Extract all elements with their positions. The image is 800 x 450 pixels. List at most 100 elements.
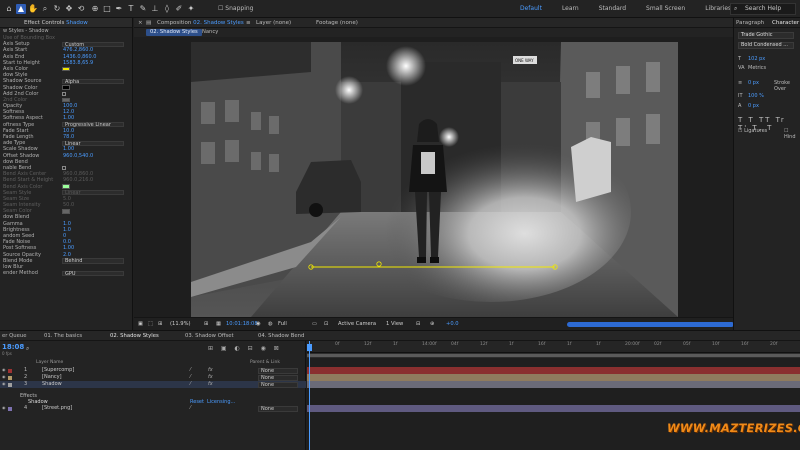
view-layout-dropdown[interactable]: 1 View xyxy=(386,320,403,328)
transparency-grid-icon[interactable]: ▦ xyxy=(216,320,221,328)
effect-property-dropdown[interactable]: Custom xyxy=(62,41,124,47)
zoom-tool-icon[interactable]: ⌕ xyxy=(40,4,50,14)
quality-switch-icon[interactable]: ⁄ xyxy=(190,374,191,381)
eraser-tool-icon[interactable]: ◊ xyxy=(162,4,172,14)
pen-tool-icon[interactable]: ✒ xyxy=(114,4,124,14)
effect-checkbox[interactable] xyxy=(62,91,66,96)
quality-switch-icon[interactable]: ⁄ xyxy=(190,405,191,412)
puppet-tool-icon[interactable]: ✦ xyxy=(186,4,196,14)
composition-tab[interactable]: Composition 02. Shadow Styles xyxy=(157,18,244,28)
workspace-learn[interactable]: Learn xyxy=(552,4,589,14)
orbit-tool-icon[interactable]: ↻ xyxy=(52,4,62,14)
effect-property-dropdown[interactable]: Linear xyxy=(62,190,124,196)
move-tool-icon[interactable]: ✥ xyxy=(64,4,74,14)
exposure-value[interactable]: +0.0 xyxy=(446,320,459,328)
roto-brush-tool-icon[interactable]: ✐ xyxy=(174,4,184,14)
parent-dropdown[interactable]: None xyxy=(258,367,298,374)
effect-controls-layer-link[interactable]: Shadow xyxy=(66,20,88,26)
effect-property-row[interactable]: ender Method GPU xyxy=(0,270,132,276)
layer-row[interactable]: ◉ 4 [Street.png] ⁄ None xyxy=(0,405,306,412)
font-size-value[interactable]: 102 px xyxy=(748,56,765,62)
effect-checkbox[interactable] xyxy=(62,165,66,170)
shadow-effect-row[interactable]: Shadow Reset Licensing... xyxy=(0,399,306,406)
layer-label-color[interactable] xyxy=(8,382,12,387)
layer-name[interactable]: [Nancy] xyxy=(42,374,62,381)
vertical-scale-value[interactable]: 100 % xyxy=(748,93,764,99)
search-help-input[interactable]: ⌕ Search Help xyxy=(730,3,796,15)
magnification-dropdown[interactable]: (11.9%) xyxy=(170,320,191,328)
stroke-over-dropdown[interactable]: Stroke Over xyxy=(774,80,800,92)
visibility-eye-icon[interactable]: ◉ xyxy=(2,382,6,386)
search-layers-icon[interactable]: ⌕ xyxy=(26,345,29,353)
comp-nav-shadow-styles[interactable]: 02. Shadow Styles xyxy=(146,29,202,36)
workspace-default[interactable]: Default xyxy=(510,4,552,14)
viewer-options-icon[interactable]: ⊟ xyxy=(416,320,420,328)
stamp-tool-icon[interactable]: ⊥ xyxy=(150,4,160,14)
visibility-eye-icon[interactable]: ◉ xyxy=(2,375,6,379)
effects-switch-icon[interactable]: fx xyxy=(208,381,213,388)
composition-frame[interactable]: ONE WAY xyxy=(191,42,678,317)
camera-dropdown[interactable]: Active Camera xyxy=(338,320,376,328)
layer-label-color[interactable] xyxy=(8,375,12,380)
layer-duration-bar[interactable] xyxy=(307,367,800,374)
effects-switch-icon[interactable]: fx xyxy=(208,367,213,374)
effect-controls-tab[interactable]: Effect Controls Shadow xyxy=(0,18,132,28)
color-swatch[interactable] xyxy=(62,85,70,90)
layer-row[interactable]: ◉ 1 [Supercomp] ⁄ fx None xyxy=(0,367,306,374)
hindi-digits-checkbox[interactable]: ☐ Hind xyxy=(784,128,800,140)
hand-tool-icon[interactable]: ✋ xyxy=(28,4,38,14)
color-swatch[interactable] xyxy=(62,209,70,214)
parent-dropdown[interactable]: None xyxy=(258,381,298,388)
parent-dropdown[interactable]: None xyxy=(258,374,298,381)
color-swatch[interactable] xyxy=(62,97,70,103)
workspace-standard[interactable]: Standard xyxy=(589,4,636,14)
timeline-timecode[interactable]: 18:08 xyxy=(2,343,24,351)
time-ruler[interactable]: 0f 12f 1f 14:00f 04f 12f 1f 16f 1f 1f 20:00f 02f 05f… xyxy=(307,341,800,353)
close-icon[interactable]: × xyxy=(138,18,143,28)
licensing-link[interactable]: Licensing... xyxy=(207,399,235,406)
region-of-interest-icon[interactable]: ⬚ xyxy=(148,320,153,328)
always-preview-icon[interactable]: ▣ xyxy=(138,320,143,328)
layer-label-color[interactable] xyxy=(8,406,12,411)
current-time-indicator[interactable] xyxy=(307,341,312,450)
visibility-eye-icon[interactable]: ◉ xyxy=(2,368,6,372)
paragraph-tab[interactable]: Paragraph xyxy=(736,18,764,28)
effect-property-dropdown[interactable]: Behind xyxy=(62,258,124,264)
brush-tool-icon[interactable]: ✎ xyxy=(138,4,148,14)
effect-property-dropdown[interactable]: Progressive Linear xyxy=(62,122,124,128)
comp-nav-nancy[interactable]: Nancy xyxy=(198,29,222,36)
effect-property-dropdown[interactable]: Alpha xyxy=(62,78,124,84)
type-tool-icon[interactable]: T xyxy=(126,4,136,14)
work-area-range[interactable] xyxy=(307,354,800,357)
toggle-mask-icon[interactable]: ⊞ xyxy=(158,320,162,328)
effects-switch-icon[interactable]: fx xyxy=(208,374,213,381)
layer-row[interactable]: ◉ 3 Shadow ⁄ fx None xyxy=(0,381,306,388)
character-tab[interactable]: Character xyxy=(772,18,799,28)
layer-name[interactable]: [Street.png] xyxy=(42,405,72,412)
visibility-eye-icon[interactable]: ◉ xyxy=(2,406,6,410)
layer-duration-bar[interactable] xyxy=(307,374,800,381)
snapping-toggle[interactable]: ☐ Snapping xyxy=(218,4,253,14)
color-swatch[interactable] xyxy=(62,184,70,189)
layer-name-column-header[interactable]: Layer Name xyxy=(36,360,63,365)
workspace-small-screen[interactable]: Small Screen xyxy=(636,4,695,14)
quality-switch-icon[interactable]: ⁄ xyxy=(190,367,191,374)
reset-effect-link[interactable]: Reset xyxy=(190,399,204,406)
effect-property-dropdown[interactable]: Linear xyxy=(62,140,124,146)
playhead-handle[interactable] xyxy=(307,344,312,351)
layer-name[interactable]: Shadow xyxy=(42,381,62,388)
baseline-shift-value[interactable]: 0 px xyxy=(748,103,759,109)
resolution-dropdown[interactable]: Full xyxy=(278,320,287,328)
selection-tool-icon[interactable]: ▲ xyxy=(16,4,26,14)
3d-view-icon[interactable]: ⊡ xyxy=(324,320,328,328)
pan-behind-tool-icon[interactable]: ⊕ xyxy=(90,4,100,14)
work-area-bar[interactable] xyxy=(307,353,800,358)
show-channel-icon[interactable]: ◍ xyxy=(268,320,273,328)
composition-viewer[interactable]: ONE WAY xyxy=(134,37,738,317)
font-family-dropdown[interactable]: Trade Gothic xyxy=(738,32,794,39)
rectangle-tool-icon[interactable]: □ xyxy=(102,4,112,14)
kerning-dropdown[interactable]: Metrics xyxy=(748,65,766,71)
quality-switch-icon[interactable]: ⁄ xyxy=(190,381,191,388)
layer-duration-bar[interactable] xyxy=(307,381,800,388)
layer-row[interactable]: ◉ 2 [Nancy] ⁄ fx None xyxy=(0,374,306,381)
